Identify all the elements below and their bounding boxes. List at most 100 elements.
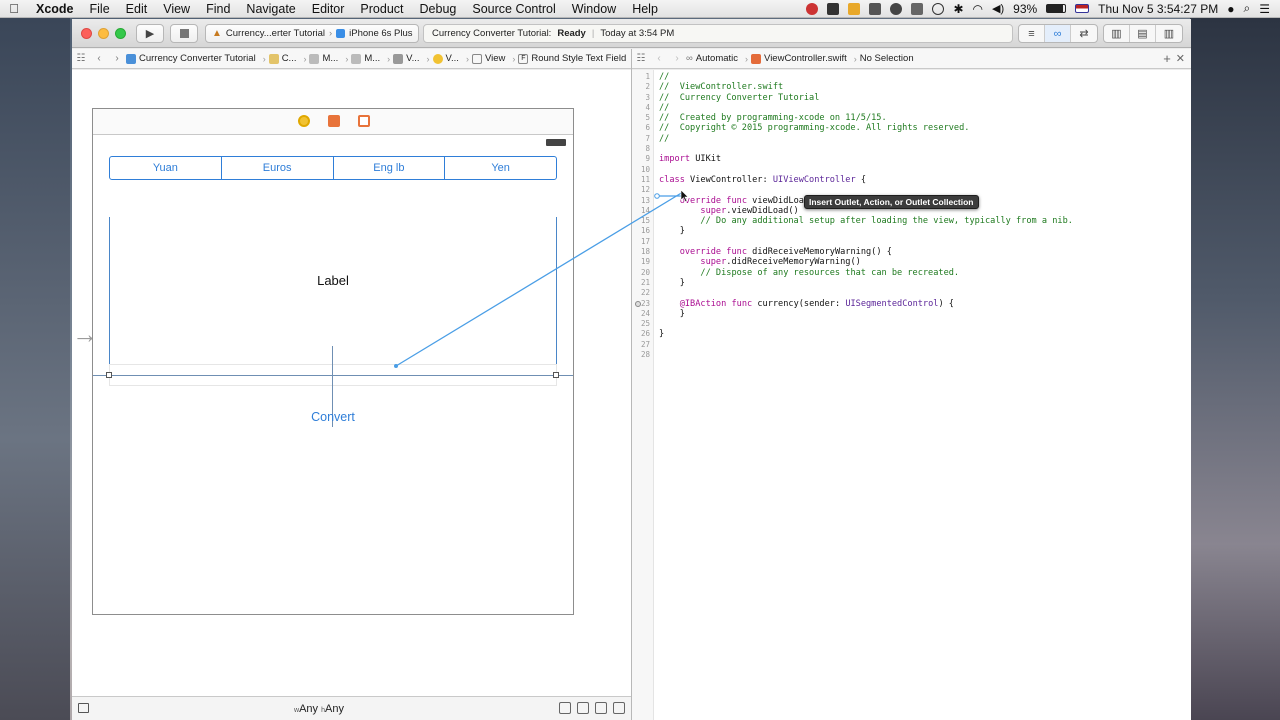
time-machine-icon[interactable] [932, 2, 945, 15]
code-line[interactable]: 9 import UIKit [645, 154, 1191, 164]
spotlight-icon[interactable]: ⌕ [1244, 1, 1251, 16]
code-line[interactable]: 6 // Copyright © 2015 programming-xcode. … [645, 123, 1191, 133]
convert-button[interactable]: Convert [93, 410, 573, 424]
interface-builder-canvas[interactable]: → Yuan Euros Eng lb Yen Label Convert [72, 70, 631, 703]
code-line[interactable]: 20 // Dispose of any resources that can … [641, 268, 1191, 278]
menu-edit[interactable]: Edit [118, 2, 156, 16]
close-editor-icon[interactable]: ✕ [1176, 52, 1191, 65]
first-responder-icon[interactable] [328, 115, 340, 127]
code-line[interactable]: 19 super.didReceiveMemoryWarning() [641, 257, 1191, 267]
exit-icon[interactable] [358, 115, 370, 127]
bookmark-icon[interactable] [848, 2, 861, 15]
code-editor[interactable]: 1 // 2 // ViewController.swift 3 // Currency … [632, 70, 1191, 720]
menu-editor[interactable]: Editor [304, 2, 353, 16]
code-line[interactable]: 25 [641, 319, 1191, 329]
code-line[interactable]: 4 // [645, 103, 1191, 113]
resize-handle[interactable] [553, 372, 559, 378]
code-line[interactable]: 1 // [645, 72, 1191, 82]
navigator-toggle-icon[interactable]: ▥ [1104, 25, 1130, 42]
assistant-editor-icon[interactable]: ∞ [1045, 25, 1071, 42]
version-editor-icon[interactable]: ⇄ [1071, 25, 1097, 42]
code-line[interactable]: 10 [641, 165, 1191, 175]
code-text[interactable]: 1 // 2 // ViewController.swift 3 // Currency … [641, 72, 1191, 360]
stop-button[interactable] [170, 24, 198, 43]
result-label[interactable]: Label [93, 273, 573, 288]
stack-icon[interactable] [559, 702, 571, 714]
segment-eng-lb[interactable]: Eng lb [334, 157, 446, 179]
resolve-issues-icon[interactable] [613, 702, 625, 714]
menu-navigate[interactable]: Navigate [238, 2, 303, 16]
input-flag-icon[interactable] [1075, 4, 1090, 13]
code-line[interactable]: 17 [641, 237, 1191, 247]
back-arrow-icon[interactable]: ‹ [90, 53, 108, 64]
breadcrumb-file[interactable]: ViewController.swift [751, 53, 851, 64]
segment-euros[interactable]: Euros [222, 157, 334, 179]
breadcrumb-text-field[interactable]: F Round Style Text Field [518, 53, 630, 64]
debug-area-toggle-icon[interactable]: ▤ [1130, 25, 1156, 42]
code-line[interactable]: 3 // Currency Converter Tutorial [645, 93, 1191, 103]
box-icon[interactable] [911, 2, 924, 15]
menu-window[interactable]: Window [564, 2, 624, 16]
segment-yuan[interactable]: Yuan [110, 157, 222, 179]
breadcrumb-view-controller[interactable]: V... [432, 53, 463, 64]
view-controller-icon[interactable] [298, 115, 310, 127]
forward-arrow-icon[interactable]: › [108, 53, 126, 64]
close-window-button[interactable] [81, 28, 92, 39]
assistant-mode[interactable]: ∞ Automatic [686, 53, 742, 64]
code-line[interactable]: 5 // Created by programming-xcode on 11/5… [645, 113, 1191, 123]
volume-icon[interactable]: ◀) [992, 2, 1004, 15]
code-line[interactable]: 15 // Do any additional setup after load… [641, 216, 1191, 226]
user-icon[interactable]: ● [1227, 2, 1234, 16]
code-line[interactable]: 16 } [641, 226, 1191, 236]
code-line[interactable]: 28 [641, 350, 1191, 360]
scheme-selector[interactable]: ▲ Currency...erter Tutorial › iPhone 6s … [205, 24, 419, 43]
apple-menu-icon[interactable]:  [0, 1, 28, 16]
creative-cloud-icon[interactable] [890, 2, 903, 15]
breadcrumb-selection[interactable]: No Selection [860, 53, 918, 64]
segment-yen[interactable]: Yen [445, 157, 556, 179]
breadcrumb-project[interactable]: Currency Converter Tutorial [126, 53, 260, 64]
code-line[interactable]: 26} [641, 329, 1191, 339]
document-outline-toggle-icon[interactable] [78, 703, 89, 713]
menu-file[interactable]: File [82, 2, 118, 16]
code-line[interactable]: 24 } [641, 309, 1191, 319]
menu-find[interactable]: Find [198, 2, 238, 16]
wifi-icon[interactable]: ◠ [973, 2, 983, 16]
code-line[interactable]: 18 override func didReceiveMemoryWarning… [641, 247, 1191, 257]
record-icon[interactable] [806, 2, 819, 15]
minimize-window-button[interactable] [98, 28, 109, 39]
breadcrumb-scene[interactable]: V... [393, 53, 423, 64]
menu-source-control[interactable]: Source Control [464, 2, 563, 16]
code-line[interactable]: 23 @IBAction func currency(sender: UISeg… [641, 299, 1191, 309]
menu-app-name[interactable]: Xcode [28, 2, 82, 16]
menu-debug[interactable]: Debug [412, 2, 465, 16]
breadcrumb-view[interactable]: View [471, 53, 509, 64]
pin-icon[interactable] [595, 702, 607, 714]
code-line[interactable]: 22 [641, 288, 1191, 298]
breadcrumb-storyboard[interactable]: M... [309, 53, 342, 64]
zoom-window-button[interactable] [115, 28, 126, 39]
code-line[interactable]: 21 } [641, 278, 1191, 288]
size-class-selector[interactable]: wAny hAny [294, 703, 344, 715]
drive-icon[interactable] [869, 2, 882, 15]
code-line[interactable]: 8 [645, 144, 1191, 154]
resize-handle[interactable] [106, 372, 112, 378]
menu-help[interactable]: Help [624, 2, 666, 16]
add-editor-icon[interactable]: + [1163, 51, 1176, 66]
code-line[interactable]: 11 class ViewController: UIViewController… [641, 175, 1191, 185]
currency-segmented-control[interactable]: Yuan Euros Eng lb Yen [109, 156, 557, 180]
breadcrumb-storyboard-base[interactable]: M... [351, 53, 384, 64]
code-line[interactable]: 7 // [645, 134, 1191, 144]
utilities-toggle-icon[interactable]: ▥ [1156, 25, 1182, 42]
dropbox-icon[interactable] [827, 2, 840, 15]
breadcrumb-group[interactable]: C... [268, 53, 301, 64]
view-controller-scene[interactable]: Yuan Euros Eng lb Yen Label Convert [92, 108, 574, 615]
run-button[interactable]: ▶ [136, 24, 164, 43]
code-line[interactable]: 27 [641, 340, 1191, 350]
forward-arrow-icon[interactable]: › [668, 53, 686, 64]
standard-editor-icon[interactable]: ≡ [1019, 25, 1045, 42]
menu-clock[interactable]: Thu Nov 5 3:54:27 PM [1098, 2, 1218, 16]
align-icon[interactable] [577, 702, 589, 714]
related-items-icon[interactable]: ☷ [632, 53, 650, 64]
menu-view[interactable]: View [155, 2, 198, 16]
